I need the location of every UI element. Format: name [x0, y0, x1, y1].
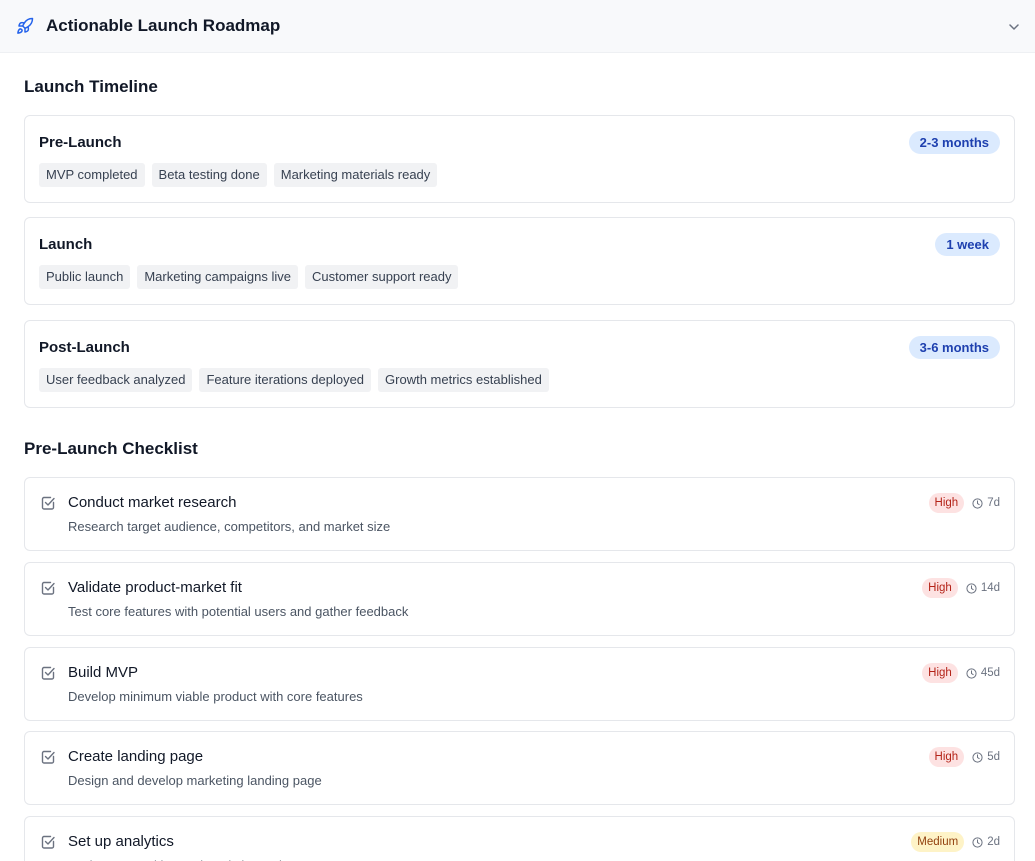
clock-icon — [972, 836, 983, 848]
phase-name: Post-Launch — [39, 339, 130, 356]
phase-card: Launch 1 week Public launch Marketing campa… — [24, 217, 1015, 305]
milestone-tag: Beta testing done — [151, 163, 267, 187]
task-card[interactable]: Conduct market research Research target a… — [24, 477, 1015, 551]
task-description: Design and develop marketing landing pag… — [68, 773, 322, 788]
roadmap-header[interactable]: Actionable Launch Roadmap — [0, 0, 1035, 53]
milestone-list: MVP completed Beta testing done Marketing … — [39, 163, 438, 187]
milestone-tag: Marketing materials ready — [273, 163, 438, 187]
task-meta: High 5d — [928, 747, 1000, 767]
task-title: Validate product-market fit — [68, 579, 242, 596]
time-estimate-value: 45d — [980, 667, 1000, 679]
priority-badge: High — [928, 747, 965, 767]
task-meta: High 14d — [922, 578, 1000, 598]
task-card[interactable]: Build MVP Develop minimum viable product … — [24, 647, 1015, 721]
phase-duration-badge: 1 week — [935, 233, 1000, 256]
milestone-list: User feedback analyzed Feature iterations… — [39, 368, 549, 392]
phase-duration-badge: 2-3 months — [908, 131, 1000, 154]
task-description: Research target audience, competitors, a… — [68, 519, 391, 534]
milestone-tag: Marketing campaigns live — [137, 265, 299, 289]
time-estimate-value: 7d — [987, 497, 1000, 509]
task-title: Set up analytics — [68, 833, 174, 850]
task-meta: High 7d — [928, 493, 1000, 513]
time-estimate: 45d — [966, 667, 1000, 679]
clock-icon — [972, 751, 983, 763]
clock-icon — [966, 667, 977, 679]
task-meta: Medium 2d — [911, 832, 1000, 852]
milestone-tag: MVP completed — [39, 163, 145, 187]
page-title: Actionable Launch Roadmap — [46, 16, 281, 35]
checkbox-icon[interactable] — [40, 834, 56, 850]
task-title: Build MVP — [68, 664, 139, 681]
priority-badge: High — [928, 493, 965, 513]
task-description: Develop minimum viable product with core… — [68, 689, 363, 704]
checkbox-icon[interactable] — [40, 580, 56, 596]
checkbox-icon[interactable] — [40, 749, 56, 765]
task-title: Create landing page — [68, 748, 204, 765]
rocket-icon — [17, 17, 34, 34]
milestone-tag: User feedback analyzed — [39, 368, 193, 392]
milestone-tag: Feature iterations deployed — [199, 368, 372, 392]
time-estimate: 2d — [972, 836, 1000, 848]
milestone-tag: Growth metrics established — [378, 368, 549, 392]
milestone-tag: Public launch — [39, 265, 131, 289]
milestone-list: Public launch Marketing campaigns live Cus… — [39, 265, 459, 289]
priority-badge: High — [922, 663, 958, 683]
task-title: Conduct market research — [68, 494, 237, 511]
priority-badge: High — [922, 578, 958, 598]
phase-card: Post-Launch 3-6 months User feedback analy… — [24, 320, 1015, 408]
time-estimate-value: 2d — [987, 836, 1000, 848]
time-estimate-value: 14d — [980, 582, 1000, 594]
priority-badge: Medium — [911, 832, 965, 852]
clock-icon — [966, 582, 977, 594]
task-meta: High 45d — [922, 663, 1000, 683]
task-card[interactable]: Validate product-market fit Test core fea… — [24, 562, 1015, 636]
phase-name: Pre-Launch — [39, 134, 122, 151]
chevron-down-icon[interactable] — [1008, 21, 1020, 33]
timeline-section-title: Launch Timeline — [24, 77, 158, 96]
task-card[interactable]: Create landing page Design and develop ma… — [24, 731, 1015, 805]
checkbox-icon[interactable] — [40, 495, 56, 511]
task-description: Test core features with potential users … — [68, 604, 409, 619]
time-estimate-value: 5d — [987, 751, 1000, 763]
checkbox-icon[interactable] — [40, 665, 56, 681]
time-estimate: 5d — [972, 751, 1000, 763]
phase-name: Launch — [39, 236, 93, 253]
milestone-tag: Customer support ready — [305, 265, 459, 289]
task-card[interactable]: Set up analyticsImplement tracking and a… — [24, 816, 1015, 861]
checklist-section-title: Pre-Launch Checklist — [24, 439, 198, 458]
phase-card: Pre-Launch 2-3 months MVP completed Beta te… — [24, 115, 1015, 203]
time-estimate: 14d — [966, 582, 1000, 594]
time-estimate: 7d — [972, 497, 1000, 509]
phase-duration-badge: 3-6 months — [908, 336, 1000, 359]
clock-icon — [972, 497, 983, 509]
